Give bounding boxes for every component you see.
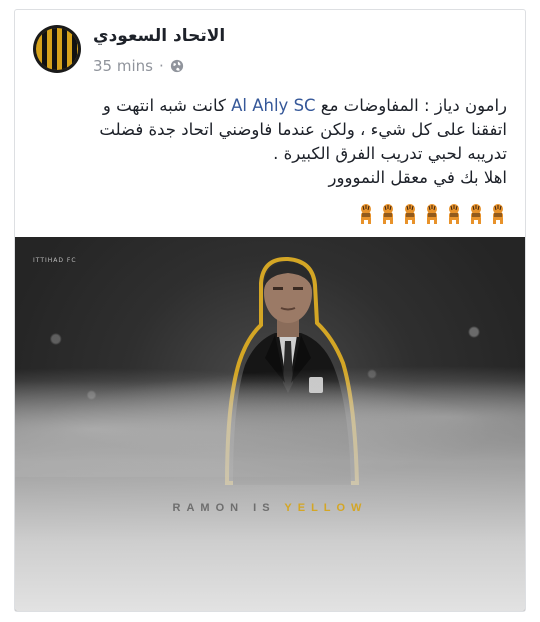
post-text-line-2: اتفقنا على كل شيء ، ولكن عندما فاوضني ات… <box>99 120 507 139</box>
post-text-line-3: تدريبه لحبي تدريب الفرق الكبيرة . <box>273 144 507 163</box>
tiger-emoji-icon <box>493 204 503 224</box>
post-text: رامون دياز : المفاوضات مع Al Ahly SC كان… <box>27 94 507 190</box>
post-timestamp[interactable]: 35 mins <box>93 57 153 75</box>
post-text-line-4: اهلا بك في معقل النمووور <box>328 168 507 187</box>
tagline-yellow: YELLOW <box>284 502 368 514</box>
mention-link-al-ahly[interactable]: Al Ahly SC <box>231 96 315 115</box>
post-header: الاتحاد السعودي 35 mins · <box>15 10 525 82</box>
tagline-ramon-is: RAMON IS <box>172 502 276 514</box>
tiger-emoji-icon <box>383 204 393 224</box>
meta-separator: · <box>158 57 164 75</box>
photo-brand-mark: ITTIHAD FC <box>33 257 77 264</box>
globe-icon[interactable] <box>170 59 184 73</box>
tiger-emoji-icon <box>449 204 459 224</box>
post-text-line-1: رامون دياز : المفاوضات مع Al Ahly SC كان… <box>102 96 507 115</box>
fog-bottom <box>15 381 525 611</box>
tiger-emoji-row <box>357 202 507 224</box>
page-avatar[interactable] <box>33 25 81 73</box>
tiger-emoji-icon <box>405 204 415 224</box>
post-photo[interactable]: ITTIHAD FC RAMON IS YELLOW <box>15 237 525 611</box>
tiger-emoji-icon <box>427 204 437 224</box>
post-meta: 35 mins · <box>93 57 184 75</box>
page-name-link[interactable]: الاتحاد السعودي <box>93 26 225 46</box>
facebook-post-card: الاتحاد السعودي 35 mins · رامون دياز : ا… <box>14 9 526 612</box>
club-logo-icon <box>36 28 78 70</box>
tiger-emoji-icon <box>361 204 371 224</box>
tiger-emoji-icon <box>471 204 481 224</box>
photo-tagline: RAMON IS YELLOW <box>15 502 525 514</box>
